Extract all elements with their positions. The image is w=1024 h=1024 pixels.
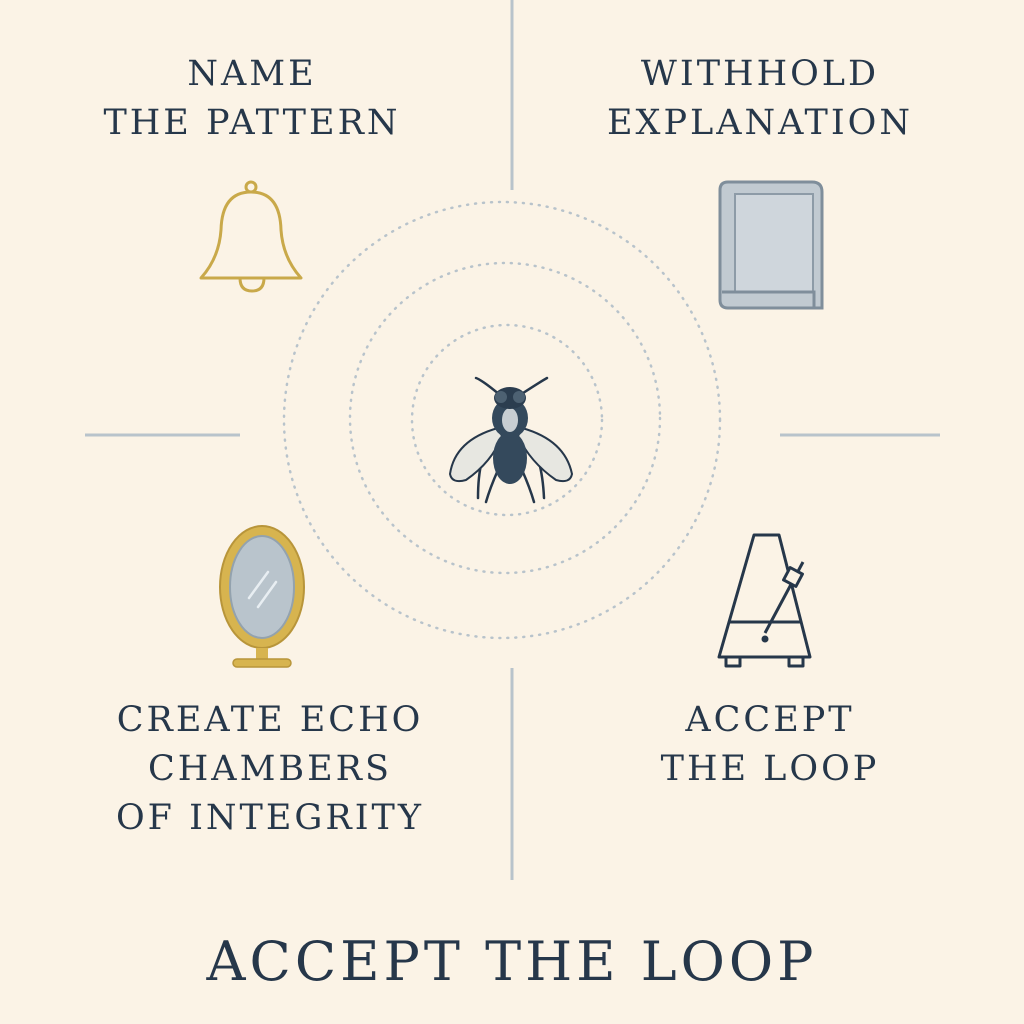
step-label-line: EXPLANATION: [606, 103, 913, 143]
bell-icon: [199, 180, 303, 293]
step-label-line: THE LOOP: [660, 749, 880, 789]
step-label-line: ACCEPT: [685, 700, 855, 740]
step-label-line: THE PATTERN: [103, 103, 401, 143]
step-label-line: NAME: [187, 54, 317, 94]
step-name-the-pattern: NAME THE PATTERN: [62, 50, 442, 148]
step-label-line: WITHHOLD: [640, 54, 880, 94]
step-create-echo-chambers: CREATE ECHO CHAMBERS OF INTEGRITY: [70, 696, 470, 843]
step-accept-the-loop: ACCEPT THE LOOP: [580, 696, 960, 794]
step-label-line: CHAMBERS: [147, 749, 392, 789]
mirror-icon: [219, 525, 305, 668]
step-label-line: OF INTEGRITY: [115, 798, 425, 838]
step-label-line: CREATE ECHO: [116, 700, 424, 740]
fly-icon: [448, 376, 574, 504]
book-icon: [718, 180, 824, 310]
diagram-canvas: NAME THE PATTERN WITHHOLD EXPLANATION CR…: [0, 0, 1024, 1024]
metronome-icon: [717, 533, 812, 668]
diagram-artwork: [85, 0, 940, 880]
footer-title: ACCEPT THE LOOP: [206, 930, 818, 993]
step-withhold-explanation: WITHHOLD EXPLANATION: [580, 50, 940, 148]
